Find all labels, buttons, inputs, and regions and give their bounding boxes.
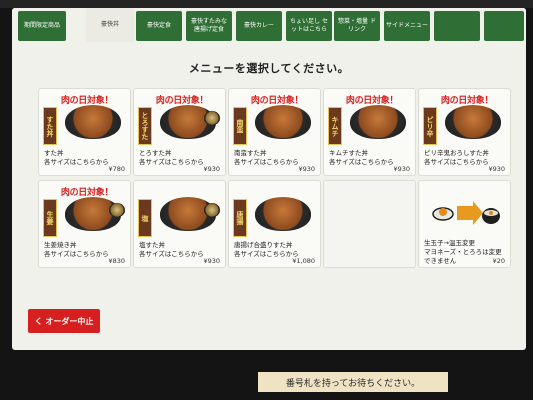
dish-price: ¥780 bbox=[108, 165, 125, 173]
menu-item-shogayaki[interactable]: 肉の日対象！ 生姜 生姜焼き丼 各サイズはこちらから ¥830 bbox=[38, 180, 131, 268]
tab-side-menu[interactable]: サイドメニュー bbox=[384, 11, 430, 41]
side-dish-image bbox=[204, 111, 220, 125]
menu-item-torosuta[interactable]: 肉の日対象！ とろすた とろすた丼 各サイズはこちらから ¥930 bbox=[133, 88, 226, 176]
niku-no-hi-badge: 肉の日対象！ bbox=[345, 96, 399, 106]
menu-item-karaage[interactable]: 唐揚 唐揚げ合盛りすた丼 各サイズはこちらから ¥1,080 bbox=[228, 180, 321, 268]
dish-label: 唐揚 bbox=[233, 199, 247, 237]
dish-image bbox=[445, 105, 501, 139]
page-title: メニューを選択してください。 bbox=[188, 62, 350, 75]
tab-blank-2[interactable] bbox=[484, 11, 524, 41]
dish-price: ¥20 bbox=[492, 257, 505, 265]
dish-label: 南蛮 bbox=[233, 107, 247, 145]
dish-label: ピリ辛 bbox=[423, 107, 437, 145]
menu-item-pirikara[interactable]: 肉の日対象！ ピリ辛 ピリ辛鬼おろしすた丼 各サイズはこちらから ¥930 bbox=[418, 88, 511, 176]
menu-item-shio[interactable]: 塩 塩すた丼 各サイズはこちらから ¥930 bbox=[133, 180, 226, 268]
category-tab-bar: 期間限定商品 豪快丼 豪快定食 豪快すたみな 唐揚げ定食 豪快カレー ちょい足し… bbox=[12, 8, 526, 46]
cancel-order-button[interactable]: く オーダー中止 bbox=[28, 309, 100, 333]
dish-price: ¥930 bbox=[203, 165, 220, 173]
tab-limited[interactable]: 期間限定商品 bbox=[18, 11, 66, 41]
menu-item-nanban[interactable]: 肉の日対象！ 南蛮 南蛮すた丼 各サイズはこちらから ¥930 bbox=[228, 88, 321, 176]
kiosk-screen: 期間限定商品 豪快丼 豪快定食 豪快すたみな 唐揚げ定食 豪快カレー ちょい足し… bbox=[12, 8, 526, 350]
dish-price: ¥1,080 bbox=[292, 257, 315, 265]
dish-label: 塩 bbox=[138, 199, 152, 237]
tab-gokai-don[interactable]: 豪快丼 bbox=[86, 8, 134, 42]
menu-item-empty bbox=[323, 180, 416, 268]
dish-price: ¥930 bbox=[298, 165, 315, 173]
tab-choi-tashi-set[interactable]: ちょい足し セットはこちら bbox=[286, 11, 332, 41]
tab-sozai-drink[interactable]: 惣菜・増量 ドリンク bbox=[334, 11, 380, 41]
niku-no-hi-badge: 肉の日対象！ bbox=[250, 96, 304, 106]
niku-no-hi-badge: 肉の日対象！ bbox=[60, 96, 114, 106]
wait-number-banner: 番号札を持ってお待ちください。 bbox=[258, 372, 448, 392]
dish-image bbox=[350, 105, 406, 139]
niku-no-hi-badge: 肉の日対象！ bbox=[155, 96, 209, 106]
dish-price: ¥930 bbox=[203, 257, 220, 265]
dish-price: ¥930 bbox=[393, 165, 410, 173]
menu-item-sutadon[interactable]: 肉の日対象！ すた丼 すた丼 各サイズはこちらから ¥780 bbox=[38, 88, 131, 176]
tab-gokai-teishoku[interactable]: 豪快定食 bbox=[136, 11, 182, 41]
niku-no-hi-badge: 肉の日対象！ bbox=[440, 96, 494, 106]
side-dish-image bbox=[204, 203, 220, 217]
dish-image bbox=[255, 197, 311, 231]
dish-image bbox=[255, 105, 311, 139]
menu-item-egg-change[interactable]: 生玉子→温玉変更 マヨネーズ・とろろは変更 できません ¥20 bbox=[418, 180, 511, 268]
dish-price: ¥830 bbox=[108, 257, 125, 265]
tab-curry[interactable]: 豪快カレー bbox=[236, 11, 282, 41]
dish-label: 生姜 bbox=[43, 199, 57, 237]
tab-karaage-teishoku[interactable]: 豪快すたみな 唐揚げ定食 bbox=[186, 11, 232, 41]
tab-blank-1[interactable] bbox=[434, 11, 480, 41]
dish-label: キムチ bbox=[328, 107, 342, 145]
niku-no-hi-badge: 肉の日対象！ bbox=[60, 188, 114, 198]
dish-price: ¥930 bbox=[488, 165, 505, 173]
dish-label: とろすた bbox=[138, 107, 152, 145]
menu-item-kimchi[interactable]: 肉の日対象！ キムチ キムチすた丼 各サイズはこちらから ¥930 bbox=[323, 88, 416, 176]
egg-swap-icon bbox=[432, 201, 500, 225]
dish-image bbox=[65, 105, 121, 139]
side-dish-image bbox=[109, 203, 125, 217]
dish-label: すた丼 bbox=[43, 107, 57, 145]
bezel-top-edge bbox=[0, 0, 533, 8]
